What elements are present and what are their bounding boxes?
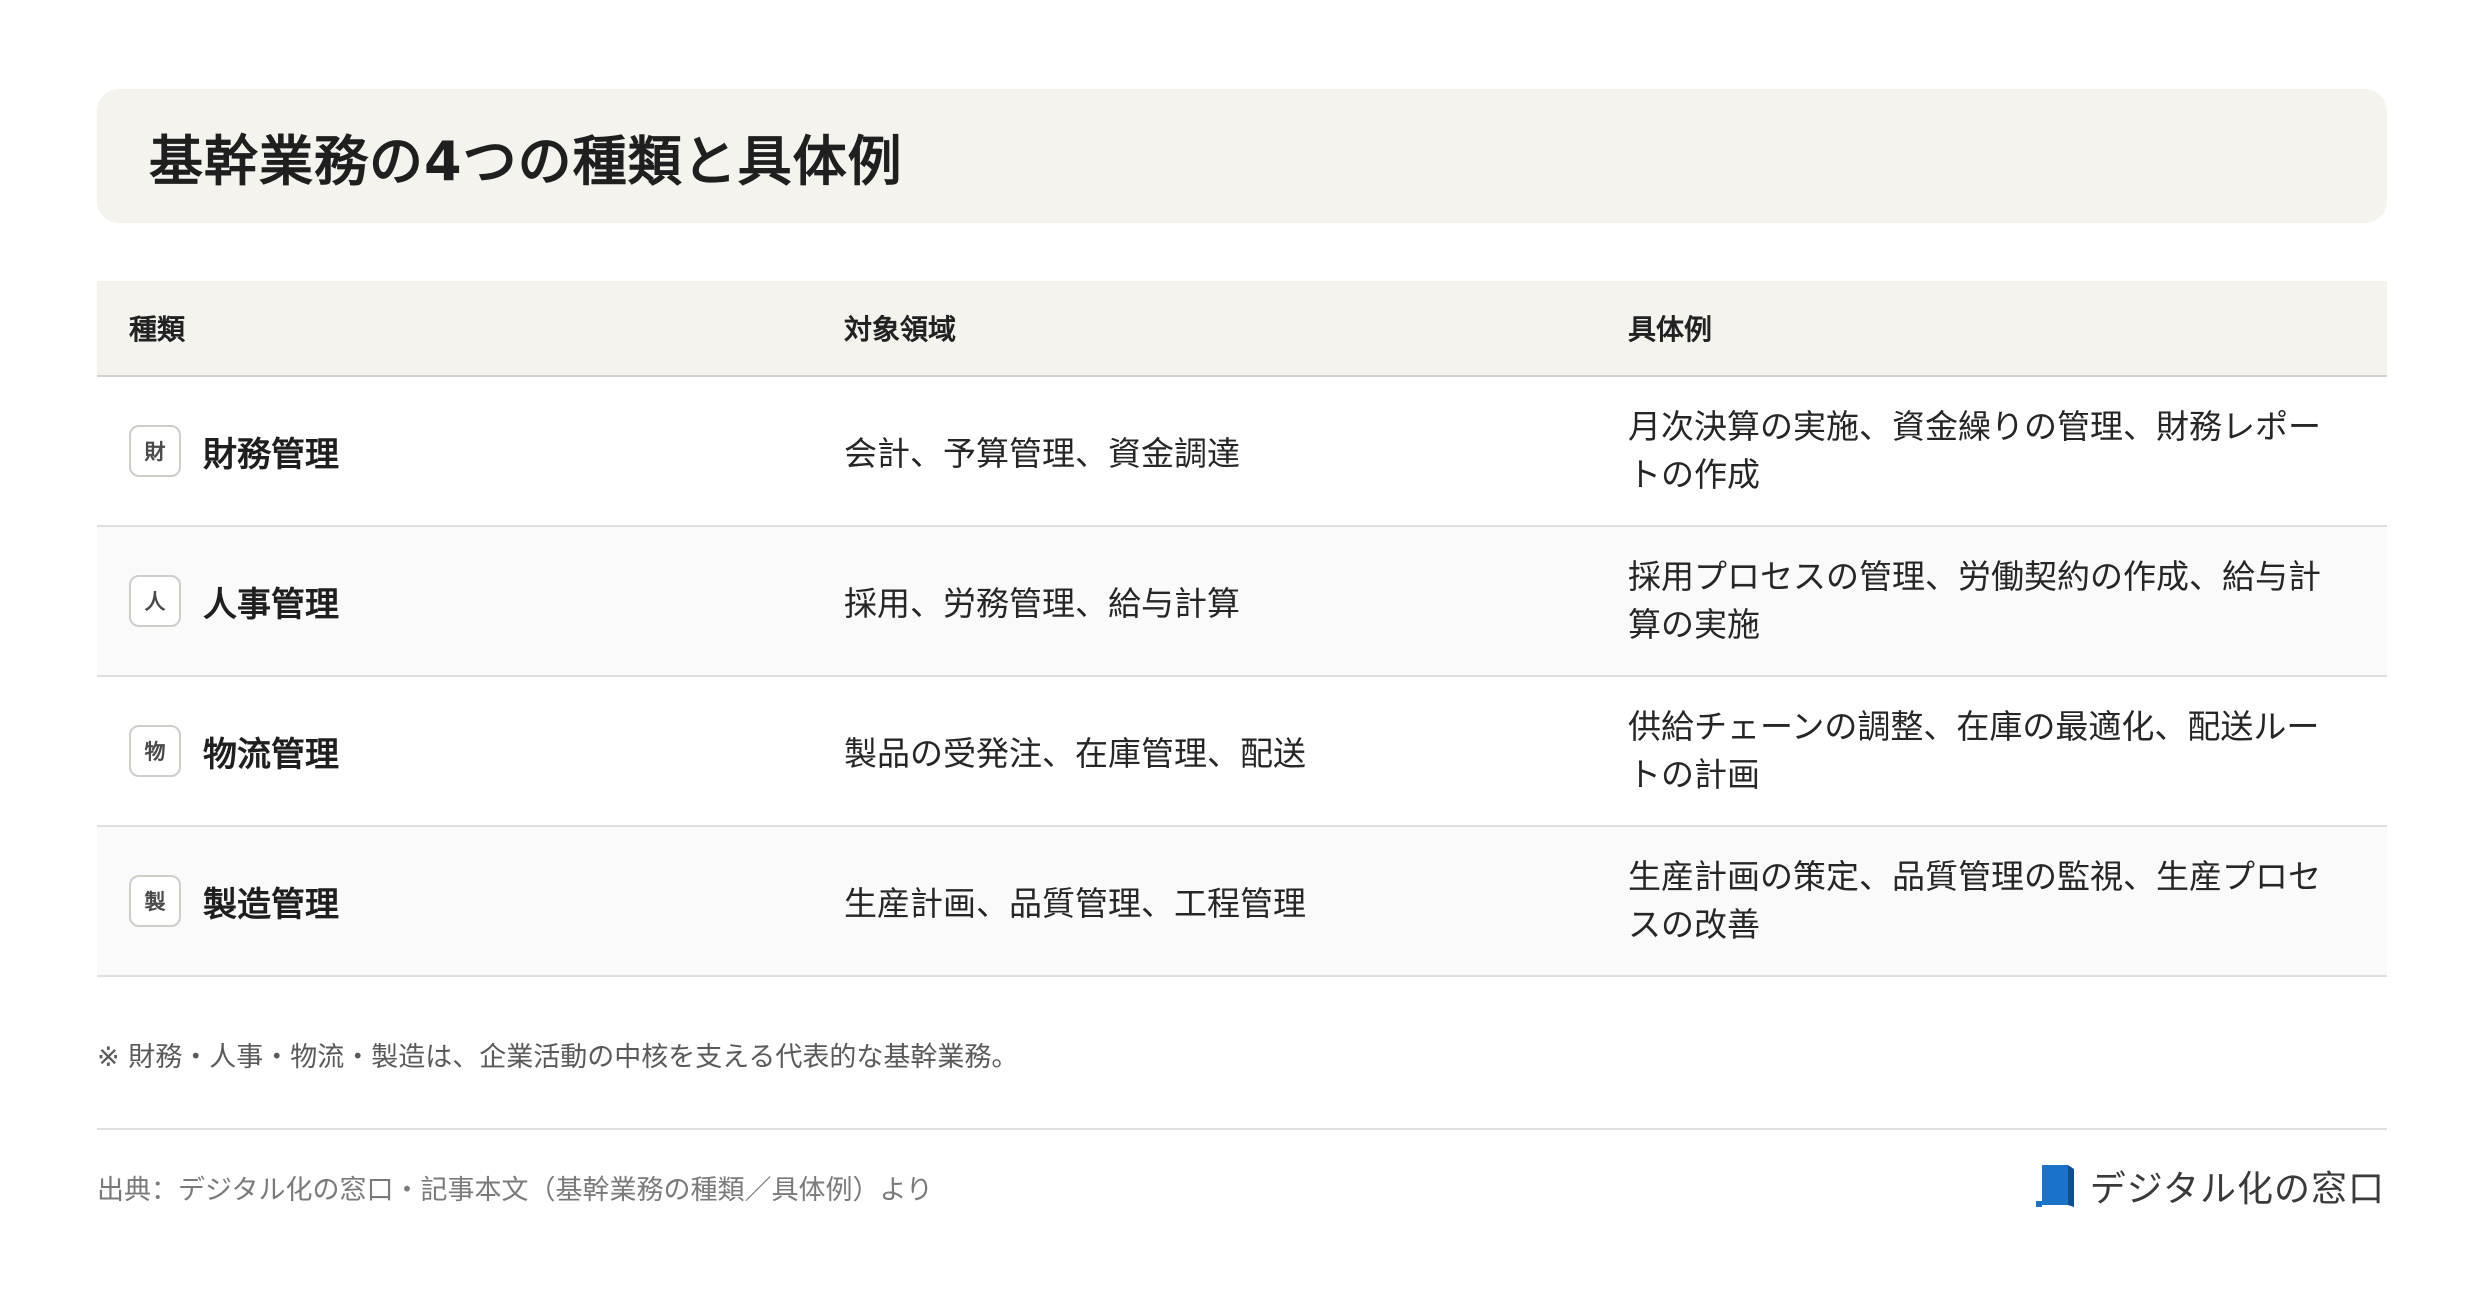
type-name: 製造管理 — [203, 884, 339, 925]
brand-logo: デジタル化の窓口 — [2034, 1160, 2385, 1212]
table-row: 製 製造管理 生産計画、品質管理、工程管理 生産計画の策定、品質管理の監視、生産… — [97, 826, 2387, 976]
type-name: 財務管理 — [203, 434, 339, 475]
examples-cell: 採用プロセスの管理、労働契約の作成、給与計算の実施 — [1628, 557, 2321, 644]
header-domain: 対象領域 — [844, 313, 957, 346]
table-header-row: 種類 対象領域 具体例 — [97, 281, 2387, 376]
footnote: ※ 財務・人事・物流・製造は、企業活動の中核を支える代表的な基幹業務。 — [97, 1042, 1019, 1073]
domain-cell: 製品の受発注、在庫管理、配送 — [844, 734, 1306, 773]
domain-cell: 採用、労務管理、給与計算 — [844, 584, 1240, 623]
table-row: 財 財務管理 会計、予算管理、資金調達 月次決算の実施、資金繰りの管理、財務レポ… — [97, 376, 2387, 526]
type-cell: 人 人事管理 — [97, 526, 817, 676]
table-row: 物 物流管理 製品の受発注、在庫管理、配送 供給チェーンの調整、在庫の最適化、配… — [97, 676, 2387, 826]
domain-cell: 生産計画、品質管理、工程管理 — [844, 884, 1306, 923]
header-type: 種類 — [129, 313, 186, 346]
type-badge-icon: 製 — [129, 875, 181, 927]
examples-cell: 生産計画の策定、品質管理の監視、生産プロセスの改善 — [1628, 857, 2321, 944]
infographic-page: 基幹業務の4つの種類と具体例 種類 対象領域 具体例 財 財務管理 会計、予算管… — [0, 0, 2480, 1302]
type-cell: 財 財務管理 — [97, 376, 817, 526]
type-name: 物流管理 — [203, 734, 339, 775]
type-badge-icon: 人 — [129, 575, 181, 627]
business-types-table: 種類 対象領域 具体例 財 財務管理 会計、予算管理、資金調達 月次決算の実施、… — [97, 281, 2387, 977]
type-name: 人事管理 — [203, 584, 339, 625]
examples-cell: 月次決算の実施、資金繰りの管理、財務レポートの作成 — [1628, 407, 2321, 494]
page-title: 基幹業務の4つの種類と具体例 — [149, 129, 903, 193]
header-examples: 具体例 — [1628, 313, 1713, 346]
source-credit: 出典：デジタル化の窓口・記事本文（基幹業務の種類／具体例）より — [97, 1175, 933, 1206]
type-badge-icon: 物 — [129, 725, 181, 777]
examples-cell: 供給チェーンの調整、在庫の最適化、配送ルートの計画 — [1628, 707, 2320, 794]
type-cell: 物 物流管理 — [97, 676, 817, 826]
type-badge-icon: 財 — [129, 425, 181, 477]
type-cell: 製 製造管理 — [97, 826, 817, 976]
title-banner: 基幹業務の4つの種類と具体例 — [97, 89, 2387, 223]
window-logo-icon — [2035, 1165, 2074, 1207]
domain-cell: 会計、予算管理、資金調達 — [844, 434, 1240, 473]
footer-divider — [97, 1128, 2387, 1130]
table-row: 人 人事管理 採用、労務管理、給与計算 採用プロセスの管理、労働契約の作成、給与… — [97, 526, 2387, 676]
logo-text: デジタル化の窓口 — [2089, 1169, 2385, 1210]
